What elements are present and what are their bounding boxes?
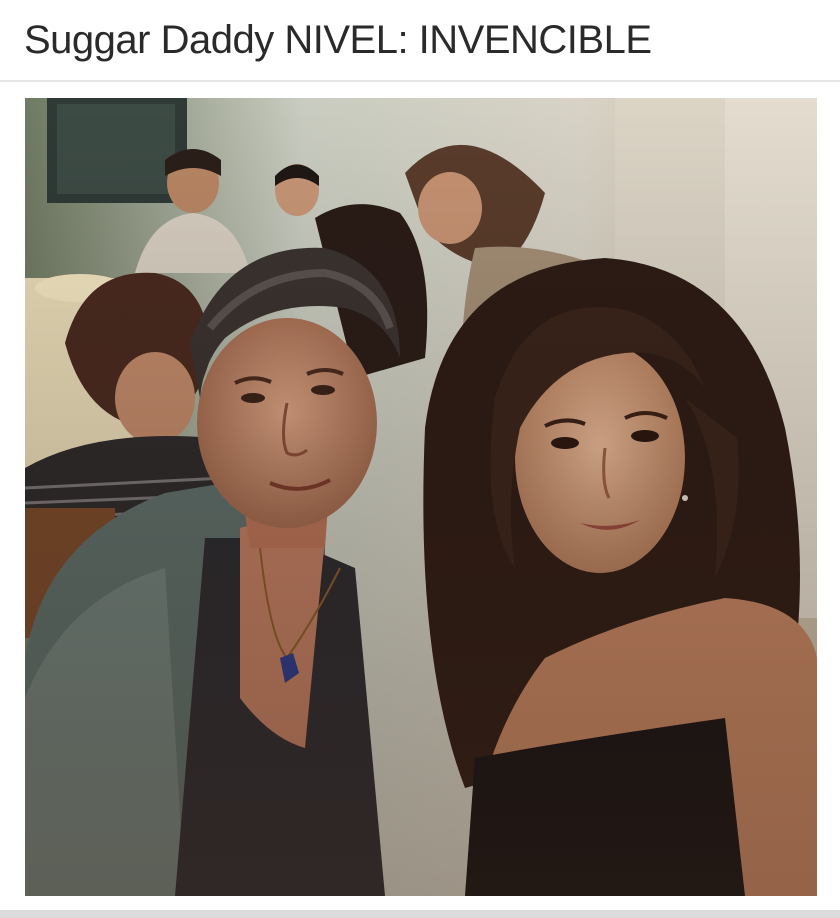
post-bottom-edge xyxy=(0,910,840,918)
post-photo[interactable] xyxy=(25,98,817,896)
post-caption: Suggar Daddy NIVEL: INVENCIBLE xyxy=(24,18,652,62)
caption-divider xyxy=(0,80,840,82)
meme-post: Suggar Daddy NIVEL: INVENCIBLE xyxy=(0,0,840,918)
photo-illustration xyxy=(25,98,817,896)
